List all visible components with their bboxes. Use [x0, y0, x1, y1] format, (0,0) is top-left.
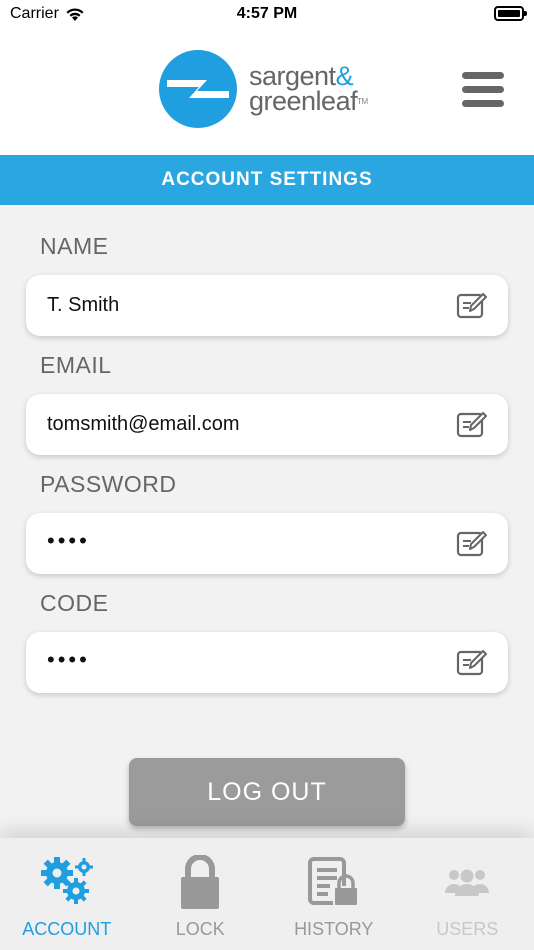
password-value: •••• [47, 528, 90, 553]
name-value: T. Smith [47, 294, 120, 316]
status-bar: Carrier 4:57 PM [0, 0, 534, 30]
logout-button[interactable]: LOG OUT [129, 758, 405, 826]
tab-account[interactable]: ACCOUNT [0, 838, 134, 950]
logo-mark-icon [159, 50, 237, 128]
edit-password-icon[interactable] [456, 529, 488, 559]
logo-text-line2: greenleaf [249, 86, 358, 116]
code-label: CODE [40, 590, 109, 616]
tab-users-label: USERS [436, 919, 499, 939]
password-label: PASSWORD [40, 471, 177, 497]
history-icon [307, 857, 359, 907]
battery-icon [494, 6, 527, 21]
brand-logo: sargent& greenleafTM [159, 50, 368, 128]
email-label: EMAIL [40, 352, 112, 378]
logo-wordmark: sargent& greenleafTM [249, 63, 368, 116]
status-time: 4:57 PM [236, 5, 298, 22]
name-field[interactable]: T. Smith [26, 275, 508, 336]
tab-lock[interactable]: LOCK [134, 838, 268, 950]
tab-history-label: HISTORY [294, 919, 374, 939]
tab-lock-label: LOCK [175, 919, 225, 939]
edit-email-icon[interactable] [456, 410, 488, 440]
hamburger-menu-icon[interactable] [462, 72, 504, 108]
users-icon [445, 869, 490, 896]
email-field[interactable]: tomsmith@email.com [26, 394, 508, 455]
password-field[interactable]: •••• [26, 513, 508, 574]
code-value: •••• [47, 647, 90, 672]
logo-trademark: TM [357, 97, 368, 106]
bottom-tab-bar: ACCOUNT LOCK HISTORY USERS [0, 838, 534, 950]
edit-code-icon[interactable] [456, 648, 488, 678]
name-label: NAME [40, 233, 109, 259]
tab-users[interactable]: USERS [401, 838, 534, 950]
email-value: tomsmith@email.com [47, 413, 240, 435]
page-title: ACCOUNT SETTINGS [0, 155, 534, 205]
tab-account-label: ACCOUNT [22, 919, 112, 939]
tab-history[interactable]: HISTORY [267, 838, 401, 950]
app-header: sargent& greenleafTM [0, 30, 534, 156]
edit-name-icon[interactable] [456, 291, 488, 321]
code-field[interactable]: •••• [26, 632, 508, 693]
gears-icon [40, 857, 93, 904]
lock-icon [181, 855, 220, 909]
